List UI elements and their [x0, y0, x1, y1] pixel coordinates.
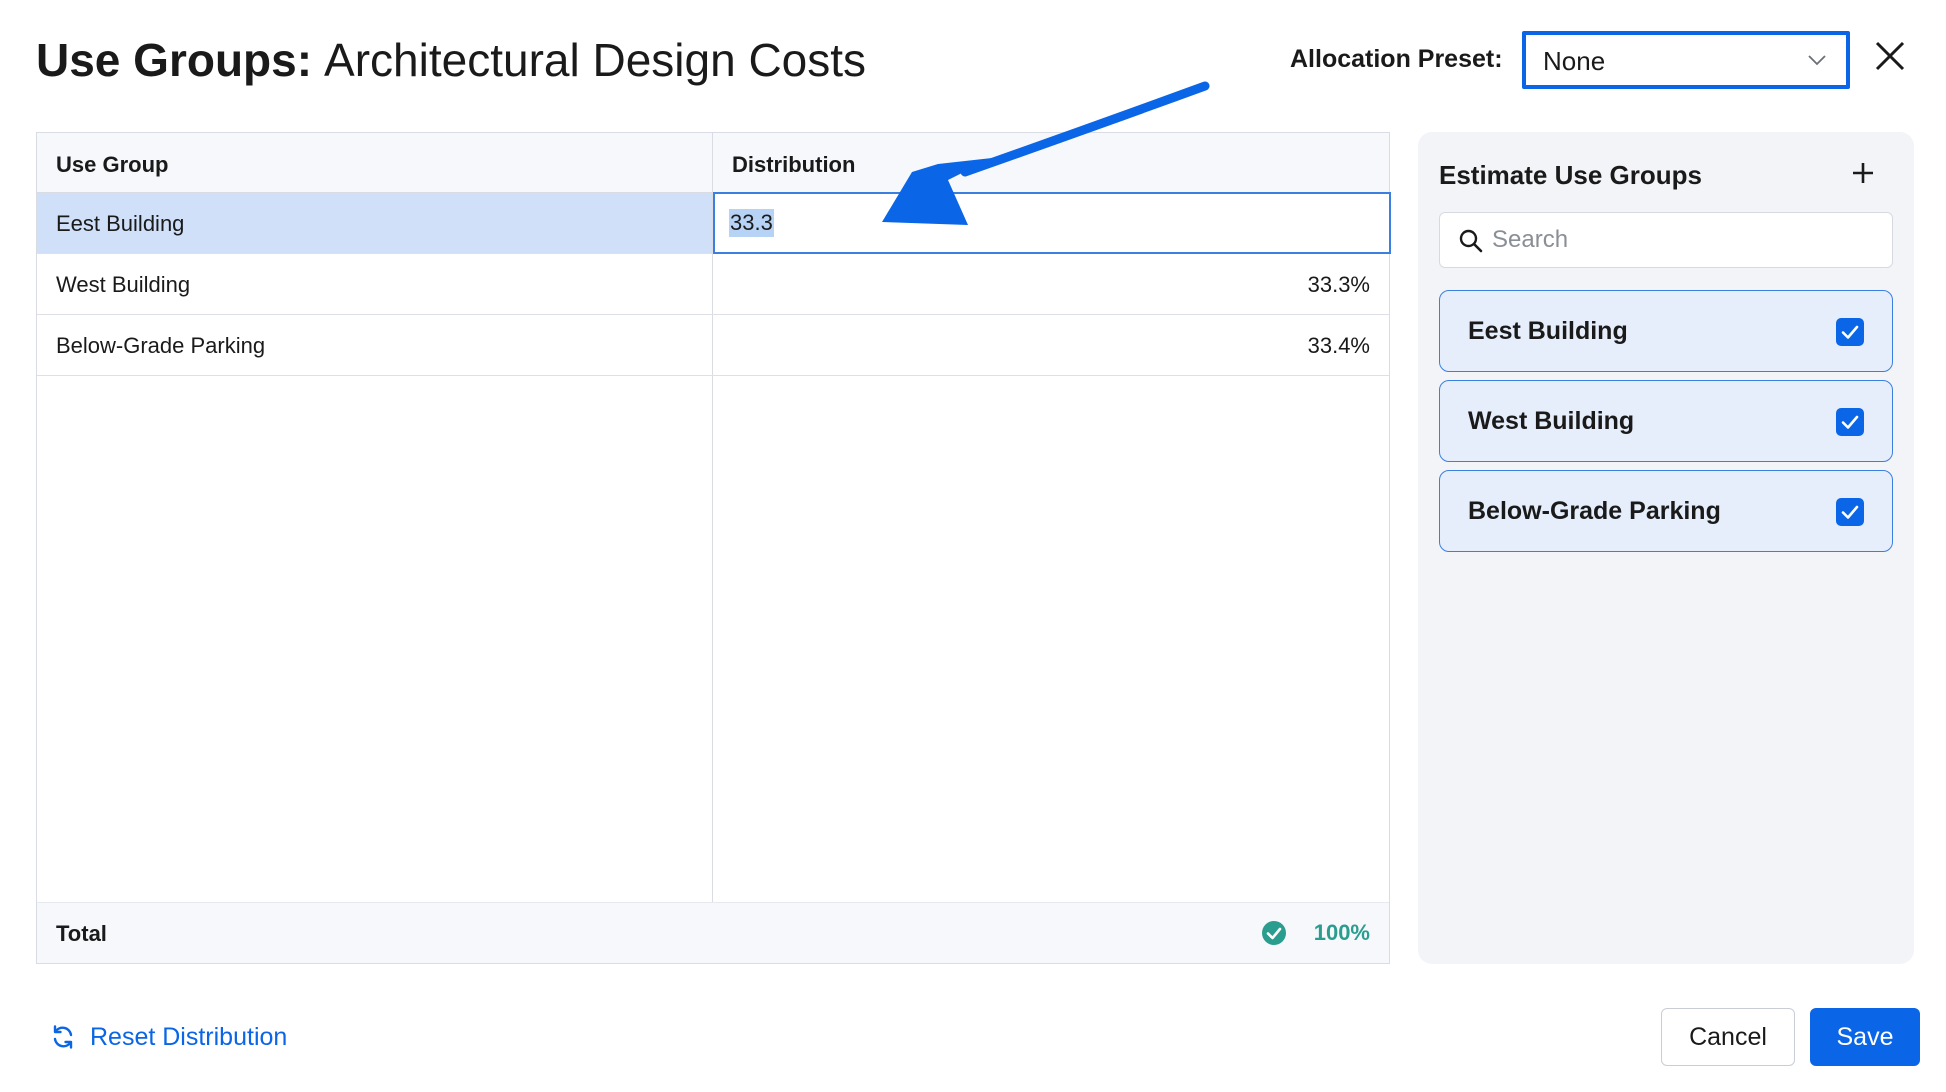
total-label: Total	[56, 921, 107, 946]
column-header-use-group: Use Group	[56, 152, 169, 177]
chevron-down-icon	[1808, 55, 1826, 66]
search-box	[1439, 212, 1893, 268]
use-group-label: Below-Grade Parking	[1468, 497, 1721, 525]
search-input[interactable]	[1492, 213, 1882, 267]
title-cost-name: Architectural Design Costs	[324, 34, 867, 86]
table-total-row: Total 100%	[37, 902, 1389, 963]
use-group-label: Eest Building	[1468, 317, 1628, 345]
row-name: Below-Grade Parking	[56, 333, 266, 358]
row-name: Eest Building	[56, 211, 185, 236]
title-prefix: Use Groups:	[36, 34, 313, 86]
row-distribution-value[interactable]: 33.3%	[1308, 271, 1370, 299]
estimate-use-groups-panel: Estimate Use Groups Eest Building West B…	[1418, 132, 1914, 964]
allocation-preset-label: Allocation Preset:	[1290, 45, 1503, 73]
distribution-input[interactable]: 33.3	[713, 192, 1391, 254]
check-circle-icon	[1262, 921, 1286, 945]
checkbox-checked-icon[interactable]	[1836, 408, 1864, 436]
use-group-item[interactable]: Eest Building	[1439, 290, 1893, 372]
refresh-icon	[53, 1025, 73, 1049]
table-row[interactable]: Below-Grade Parking 33.4%	[37, 315, 1389, 376]
table-header: Use Group Distribution	[37, 133, 1389, 193]
allocation-preset-select[interactable]: None	[1522, 31, 1850, 89]
checkbox-checked-icon[interactable]	[1836, 498, 1864, 526]
use-group-label: West Building	[1468, 407, 1635, 435]
checkbox-checked-icon[interactable]	[1836, 318, 1864, 346]
plus-icon[interactable]	[1850, 160, 1876, 186]
panel-title: Estimate Use Groups	[1439, 160, 1702, 190]
total-value: 100%	[1313, 920, 1370, 945]
row-name: West Building	[56, 272, 191, 297]
distribution-table: Use Group Distribution Eest Building 33.…	[36, 132, 1391, 964]
row-name-cell: Below-Grade Parking	[37, 315, 712, 375]
search-icon	[1459, 229, 1483, 253]
column-header-distribution: Distribution	[732, 152, 856, 177]
use-group-item[interactable]: West Building	[1439, 380, 1893, 462]
row-name-cell: Eest Building	[37, 193, 712, 253]
distribution-input-value: 33.3	[729, 209, 774, 237]
table-row[interactable]: Eest Building 33.3	[37, 192, 1391, 254]
table-row[interactable]: West Building 33.3%	[37, 254, 1389, 315]
row-name-cell: West Building	[37, 254, 712, 314]
save-button[interactable]: Save	[1810, 1008, 1920, 1066]
page-title: Use Groups: Architectural Design Costs	[36, 30, 866, 90]
use-group-item[interactable]: Below-Grade Parking	[1439, 470, 1893, 552]
allocation-preset-value: None	[1543, 46, 1606, 76]
use-groups-dialog: Use Groups: Architectural Design Costs Al…	[0, 0, 1946, 1092]
close-icon[interactable]	[1872, 38, 1908, 74]
row-distribution-value[interactable]: 33.4%	[1308, 332, 1370, 360]
cancel-button[interactable]: Cancel	[1661, 1008, 1795, 1066]
reset-distribution-label: Reset Distribution	[90, 1023, 288, 1051]
